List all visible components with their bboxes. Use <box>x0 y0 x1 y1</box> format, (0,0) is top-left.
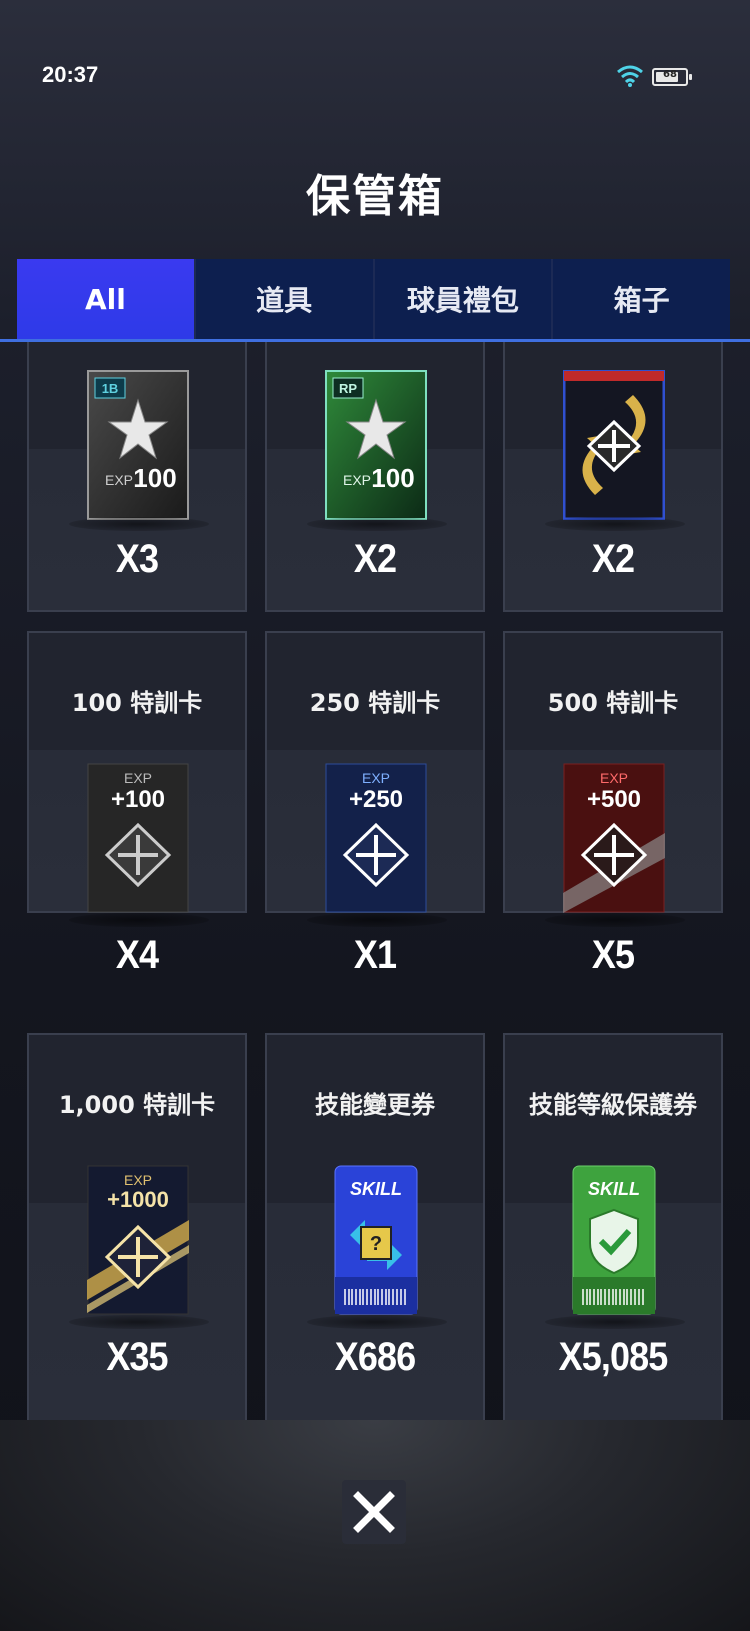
tab-items[interactable]: 道具 <box>195 259 375 339</box>
inventory-item[interactable]: D) 1B EXP 100 X3 <box>27 342 247 612</box>
item-name: 250 特訓卡 <box>309 689 441 717</box>
inventory-scroll-area[interactable]: D) 1B EXP 100 X3 RP <box>0 342 750 1432</box>
item-quantity: X5 <box>591 933 635 977</box>
status-time: 20:37 <box>42 62 99 87</box>
card-exp-label: EXP <box>343 472 371 488</box>
battery-level: 68 <box>663 69 677 80</box>
item-name: 500 特訓卡 <box>547 689 679 717</box>
card-exp-value: +100 <box>111 786 165 813</box>
card-exp-label: EXP <box>600 770 628 786</box>
tab-player-packs[interactable]: 球員禮包 <box>374 259 554 339</box>
page-title: 保管箱 <box>306 171 444 222</box>
item-quantity: X2 <box>353 537 397 581</box>
training-card-500-icon: EXP +500 <box>563 763 665 913</box>
close-icon <box>353 1491 395 1533</box>
item-name: 技能變更券 <box>315 1091 435 1119</box>
skill-protect-ticket-icon: SKILL <box>572 1165 656 1315</box>
item-name: 1,000 特訓卡 <box>58 1091 216 1119</box>
item-quantity: X3 <box>115 537 159 581</box>
position-change-card-icon <box>563 370 665 520</box>
close-button[interactable] <box>342 1480 406 1544</box>
item-name: 技能等級保護券 <box>529 1091 697 1119</box>
inventory-item[interactable]: 500 特訓卡 EXP +500 X5 <box>503 631 723 977</box>
card-exp-value: +500 <box>587 786 641 813</box>
silver-star-card-icon: 1B EXP 100 <box>87 370 189 520</box>
battery-icon: 68 <box>652 68 692 86</box>
tab-all[interactable]: All <box>17 259 196 339</box>
inventory-row: 100 特訓卡 EXP +100 X4 250 特訓卡 EXP +250 X1 … <box>27 631 723 1035</box>
item-quantity: X686 <box>334 1335 416 1379</box>
training-card-1000-icon: EXP +1000 <box>87 1165 189 1315</box>
status-bar: 20:37 68 <box>0 0 750 110</box>
skill-change-ticket-icon: SKILL ? <box>334 1165 418 1315</box>
card-exp-value: +1000 <box>107 1187 169 1212</box>
card-exp-label: EXP <box>124 770 152 786</box>
green-star-card-icon: RP EXP 100 <box>325 370 427 520</box>
item-quantity: X35 <box>106 1335 168 1379</box>
inventory-item[interactable]: RP EXP 100 X2 <box>265 342 485 612</box>
inventory-item[interactable]: 250 特訓卡 EXP +250 X1 <box>265 631 485 977</box>
tab-bar: All 道具 球員禮包 箱子 <box>17 259 730 339</box>
wifi-icon <box>617 65 643 87</box>
card-exp-label: EXP <box>105 472 133 488</box>
training-card-100-icon: EXP +100 <box>87 763 189 913</box>
inventory-item[interactable]: 技能等級保護券 SKILL X5,085 <box>503 1033 723 1432</box>
item-quantity: X2 <box>591 537 635 581</box>
ticket-skill-label: SKILL <box>588 1179 640 1199</box>
card-exp-label: EXP <box>124 1172 152 1188</box>
inventory-item[interactable]: 100 特訓卡 EXP +100 X4 <box>27 631 247 977</box>
item-name: 100 特訓卡 <box>71 689 203 717</box>
inventory-item[interactable]: X2 <box>503 342 723 612</box>
card-badge: RP <box>339 381 357 396</box>
inventory-row: 1,000 特訓卡 EXP +1000 X35 技能變更券 SKILL ? X6… <box>27 1033 723 1432</box>
card-badge: 1B <box>102 381 119 396</box>
svg-text:?: ? <box>370 1233 382 1255</box>
training-card-250-icon: EXP +250 <box>325 763 427 913</box>
card-exp-value: 100 <box>133 463 176 493</box>
inventory-item[interactable]: 1,000 特訓卡 EXP +1000 X35 <box>27 1033 247 1432</box>
inventory-item[interactable]: 技能變更券 SKILL ? X686 <box>265 1033 485 1432</box>
item-quantity: X5,085 <box>558 1335 669 1379</box>
item-quantity: X1 <box>353 933 397 977</box>
tab-boxes[interactable]: 箱子 <box>553 259 730 339</box>
ticket-skill-label: SKILL <box>350 1179 402 1199</box>
card-exp-label: EXP <box>362 770 390 786</box>
item-quantity: X4 <box>115 933 159 977</box>
card-exp-value: +250 <box>349 786 403 813</box>
card-exp-value: 100 <box>371 463 414 493</box>
